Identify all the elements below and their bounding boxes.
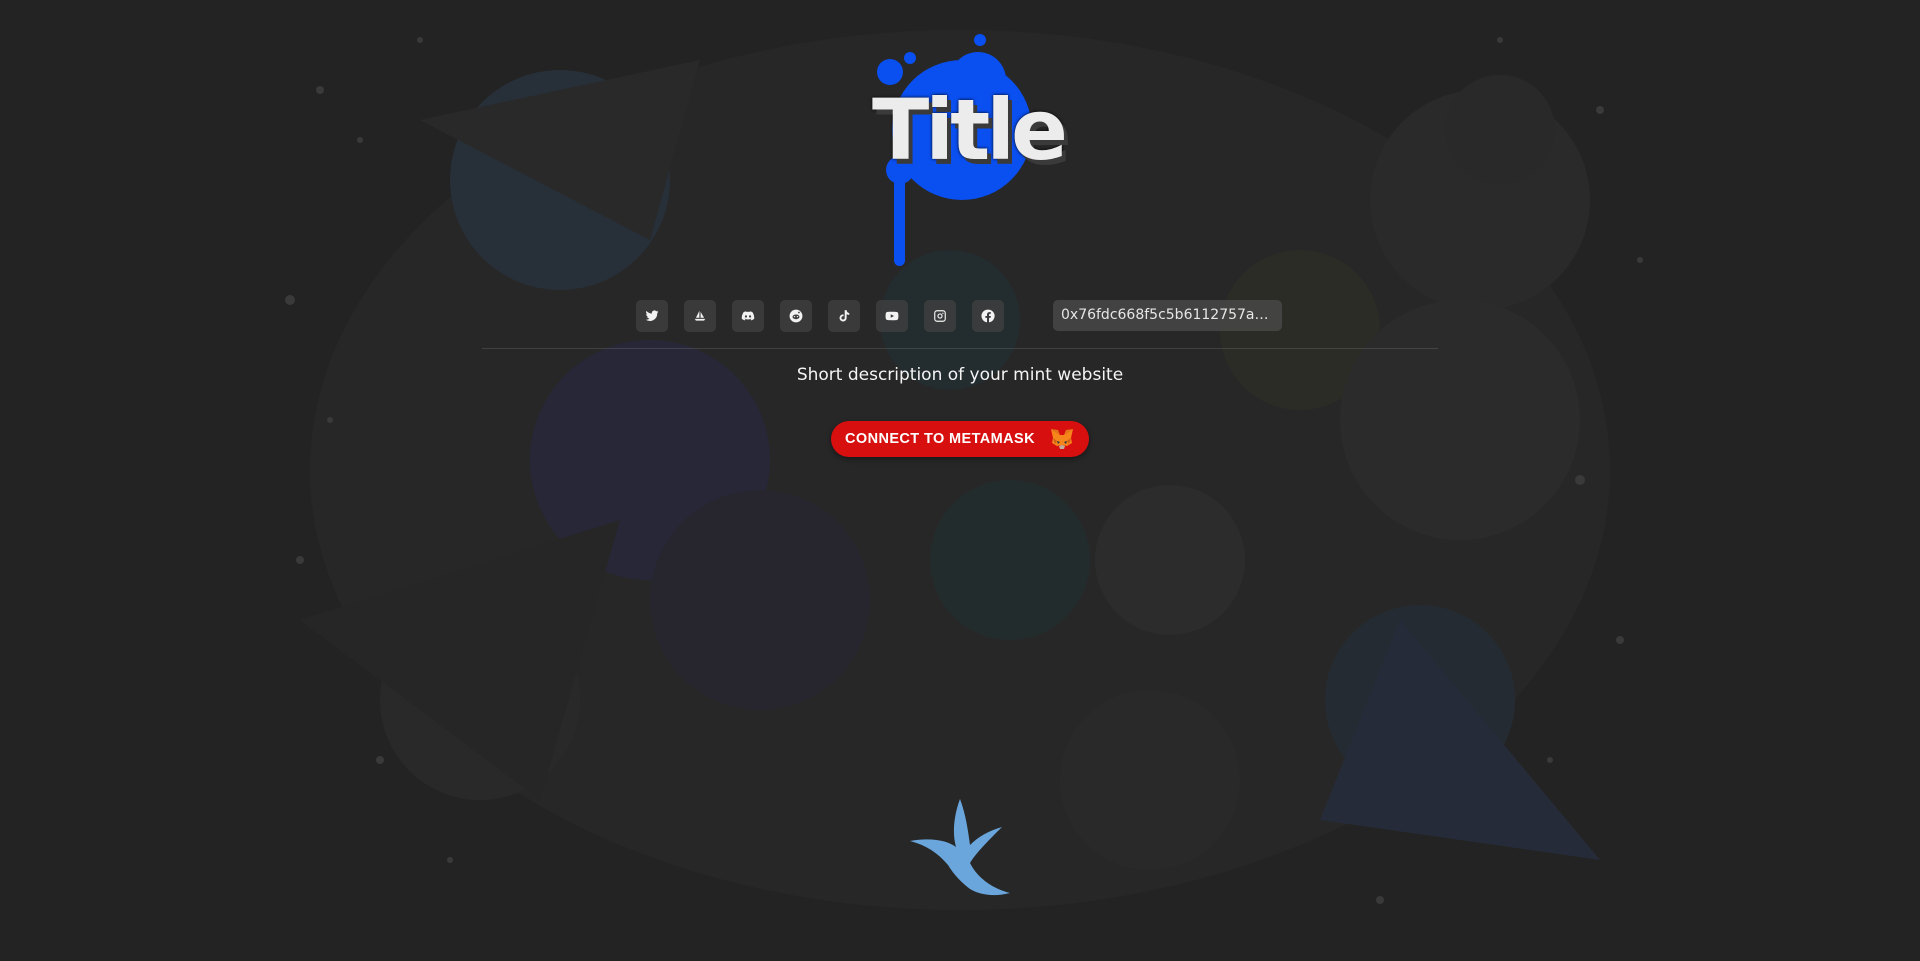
bird-logo-icon xyxy=(910,799,1010,896)
reddit-icon xyxy=(789,309,803,323)
social-links xyxy=(636,300,1004,332)
facebook-button[interactable] xyxy=(972,300,1004,332)
brand-title: Title xyxy=(872,81,1068,179)
reddit-button[interactable] xyxy=(780,300,812,332)
contract-address[interactable]: 0x76fdc668f5c5b6112757a80… xyxy=(1053,300,1282,331)
mint-page: Title 0x76fdc668f5c5b6112757a80… Short d… xyxy=(0,0,1920,961)
facebook-icon xyxy=(981,309,995,323)
instagram-button[interactable] xyxy=(924,300,956,332)
opensea-icon xyxy=(694,310,706,321)
metamask-fox-icon xyxy=(1049,428,1075,450)
connect-metamask-button[interactable]: CONNECT TO METAMASK xyxy=(831,421,1089,457)
twitter-button[interactable] xyxy=(636,300,668,332)
site-description: Short description of your mint website xyxy=(796,365,1124,385)
tiktok-button[interactable] xyxy=(828,300,860,332)
instagram-icon xyxy=(934,310,946,322)
tiktok-icon xyxy=(839,310,850,322)
connect-metamask-label: CONNECT TO METAMASK xyxy=(845,431,1035,447)
opensea-button[interactable] xyxy=(684,300,716,332)
twitter-icon xyxy=(645,310,659,321)
discord-button[interactable] xyxy=(732,300,764,332)
youtube-icon xyxy=(885,311,899,321)
youtube-button[interactable] xyxy=(876,300,908,332)
header-divider xyxy=(482,348,1438,349)
discord-icon xyxy=(741,311,755,321)
